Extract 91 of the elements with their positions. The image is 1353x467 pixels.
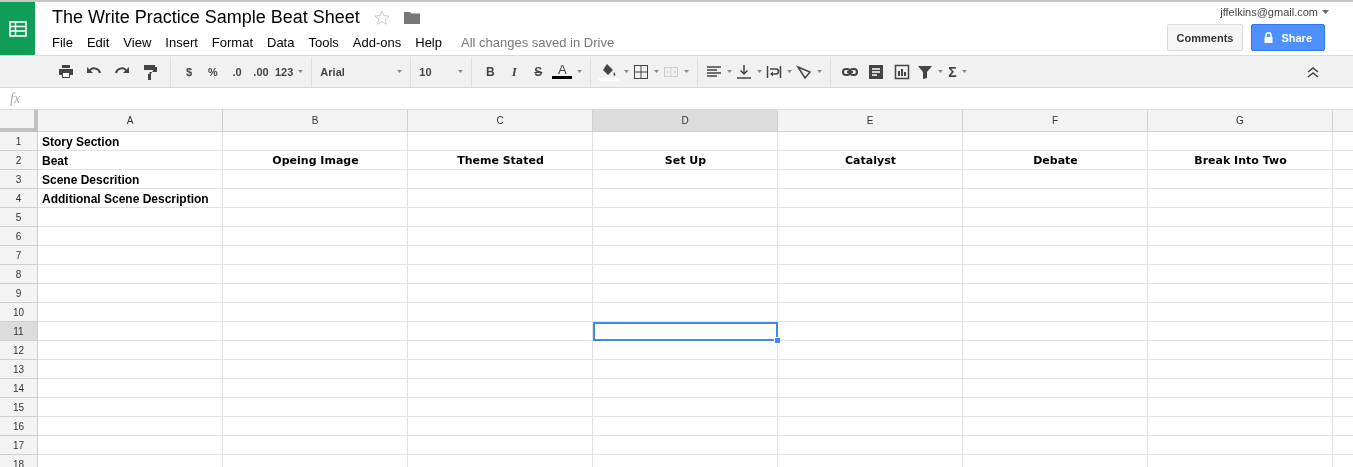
more-formats-button[interactable]: 123 [275,59,294,84]
table-cell-text: Story Section [41,133,121,151]
row-header[interactable]: 2 [0,151,38,170]
document-title[interactable]: The Write Practice Sample Beat Sheet [52,6,360,28]
dropdown-caret-icon[interactable] [684,70,690,73]
dropdown-caret-icon[interactable] [961,70,967,73]
currency-button[interactable]: $ [177,59,201,84]
save-status: All changes saved in Drive [461,34,615,50]
spreadsheet-logo-icon[interactable] [8,20,27,37]
account-email[interactable]: jffelkins@gmail.com [1220,6,1318,18]
lock-icon [1264,32,1274,43]
comments-button[interactable]: Comments [1166,24,1244,51]
paint-format-icon[interactable] [142,63,158,80]
column-header[interactable]: D [593,110,778,132]
vertical-align-icon[interactable] [736,63,753,80]
dropdown-caret-icon[interactable] [624,70,630,73]
dropdown-caret-icon[interactable] [397,70,403,73]
decrease-decimals-button[interactable]: .0 [225,59,249,84]
row-header[interactable]: 1 [0,132,38,151]
column-header[interactable]: A [38,110,223,132]
font-dropdown[interactable]: Arial [320,65,345,78]
selected-cell[interactable] [593,322,778,341]
row-header[interactable]: 17 [0,436,38,455]
dropdown-caret-icon[interactable] [817,70,823,73]
dropdown-caret-icon[interactable] [458,70,464,73]
row-header[interactable]: 13 [0,360,38,379]
column-header[interactable]: E [778,110,963,132]
table-cell-text: Debate [1032,153,1079,169]
row-header[interactable]: 12 [0,341,38,360]
star-icon[interactable] [373,9,390,25]
bold-button[interactable]: B [478,59,503,84]
chart-icon[interactable] [894,63,911,80]
text-rotation-icon[interactable] [796,63,813,80]
dropdown-caret-icon[interactable] [727,70,733,73]
column-header[interactable]: B [223,110,408,132]
table-cell-text: Scene Descrition [41,171,141,189]
borders-icon[interactable] [633,63,650,80]
dropdown-caret-icon[interactable] [938,70,944,73]
row-header[interactable]: 10 [0,303,38,322]
column-header[interactable]: F [963,110,1148,132]
menu-item[interactable]: Insert [158,34,205,50]
menu-item[interactable]: Add-ons [345,34,409,50]
folder-icon[interactable] [403,10,420,24]
italic-button[interactable]: I [502,59,527,84]
strikethrough-button[interactable]: S [526,59,551,84]
menu-item[interactable]: Edit [79,34,117,50]
align-left-icon[interactable] [706,63,723,80]
menu-item[interactable]: Tools [301,34,346,50]
comment-icon[interactable] [868,63,885,80]
text-wrap-icon[interactable] [766,63,783,80]
table-cell-text: Break Into Two [1193,153,1288,169]
column-header[interactable]: C [408,110,593,132]
row-header[interactable]: 5 [0,208,38,227]
row-header[interactable]: 3 [0,170,38,189]
percent-button[interactable]: % [201,59,225,84]
table-cell-text: Theme Stated [456,153,545,169]
filter-icon[interactable] [917,63,934,80]
text-color-button[interactable]: A [552,64,573,79]
table-cell-text: Opeing Image [271,153,360,169]
row-header[interactable]: 9 [0,284,38,303]
row-header[interactable]: 8 [0,265,38,284]
row-header[interactable]: 16 [0,417,38,436]
row-header[interactable]: 7 [0,246,38,265]
table-cell-text: Beat [41,152,69,170]
menu-item[interactable]: Format [204,34,260,50]
paint-bucket-icon[interactable] [601,62,618,77]
row-header[interactable]: 6 [0,227,38,246]
formula-label: fx [10,90,21,107]
caret-icon[interactable] [1322,10,1329,14]
functions-button[interactable]: Σ [948,59,957,84]
row-header[interactable]: 11 [0,322,38,341]
menu-item[interactable]: View [116,34,159,50]
dropdown-caret-icon[interactable] [787,70,793,73]
table-cell-text: Additional Scene Description [41,190,210,208]
menu-item[interactable]: File [52,34,80,50]
row-header[interactable]: 4 [0,189,38,208]
print-icon[interactable] [58,63,74,80]
menu-item[interactable]: Help [408,34,449,50]
menu-item[interactable]: Data [260,34,302,50]
row-header[interactable]: 14 [0,379,38,398]
increase-decimals-button[interactable]: .00 [249,59,273,84]
table-cell-text: Set Up [663,153,708,169]
table-cell-text: Catalyst [844,153,897,169]
font-size-dropdown[interactable]: 10 [419,65,432,78]
row-header[interactable]: 15 [0,398,38,417]
dropdown-caret-icon[interactable] [757,70,763,73]
column-header[interactable]: G [1148,110,1333,132]
dropdown-caret-icon[interactable] [654,70,660,73]
dropdown-caret-icon[interactable] [577,70,583,73]
dropdown-caret-icon[interactable] [298,70,304,73]
row-header[interactable]: 18 [0,455,38,467]
